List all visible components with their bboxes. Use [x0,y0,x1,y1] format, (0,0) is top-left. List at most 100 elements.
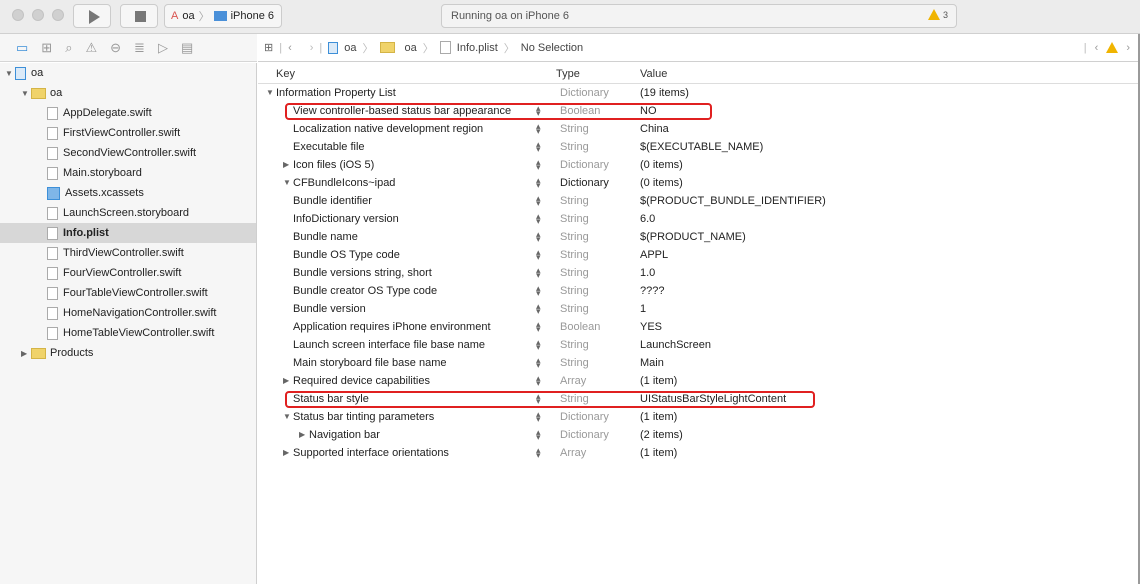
related-items-icon[interactable]: ⊞ [264,41,273,54]
navigator-item[interactable]: ThirdViewController.swift [0,243,256,263]
plist-value[interactable]: China [640,123,669,135]
plist-key[interactable]: Required device capabilities [293,375,430,387]
plist-row[interactable]: ▶ Supported interface orientations ▴ ▾ Array… [258,444,1138,462]
plist-row[interactable]: ▼ Information Property List Dictionary (19 … [258,84,1138,102]
warning-indicator[interactable]: 3 [927,9,948,20]
plist-type[interactable]: String [560,213,589,225]
plist-value[interactable]: (1 item) [640,375,677,387]
test-icon[interactable]: ⊖ [110,40,121,56]
plist-value[interactable]: (0 items) [640,177,683,189]
plist-value[interactable]: $(PRODUCT_NAME) [640,231,746,243]
breadcrumb-selection[interactable]: No Selection [521,42,583,54]
plist-row[interactable]: Launch screen interface file base name ▴ ▾… [258,336,1138,354]
plist-row[interactable]: Application requires iPhone environment ▴… [258,318,1138,336]
plist-key[interactable]: Executable file [293,141,365,153]
debug-icon[interactable]: ≣ [134,40,145,56]
navigator-item[interactable]: ▼ oa [0,83,256,103]
plist-row[interactable]: Bundle version ▴ ▾ String 1 [258,300,1138,318]
type-stepper-icon[interactable]: ▴ ▾ [536,410,541,424]
plist-row[interactable]: Executable file ▴ ▾ String $(EXECUTABLE_NAME… [258,138,1138,156]
breadcrumb-file[interactable]: Info.plist [457,42,498,54]
breadcrumb-project[interactable]: oa [344,42,356,54]
plist-type[interactable]: Dictionary [560,159,609,171]
stop-button[interactable] [120,4,158,28]
type-stepper-icon[interactable]: ▴ ▾ [536,194,541,208]
close-window-button[interactable] [12,9,24,21]
column-header-value[interactable]: Value [640,68,667,80]
breakpoint-icon[interactable]: ▷ [158,40,168,56]
navigator-item[interactable]: LaunchScreen.storyboard [0,203,256,223]
navigator-item[interactable]: FourViewController.swift [0,263,256,283]
plist-type[interactable]: Dictionary [560,87,609,99]
disclosure-triangle-icon[interactable]: ▶ [21,349,31,358]
navigator-item[interactable]: Assets.xcassets [0,183,256,203]
navigator-item[interactable]: HomeTableViewController.swift [0,323,256,343]
plist-key[interactable]: Launch screen interface file base name [293,339,485,351]
type-stepper-icon[interactable]: ▴ ▾ [536,284,541,298]
plist-key[interactable]: Information Property List [276,87,396,99]
disclosure-triangle-icon[interactable]: ▼ [5,69,15,78]
type-stepper-icon[interactable]: ▴ ▾ [536,176,541,190]
column-header-key[interactable]: Key [276,68,295,80]
plist-type[interactable]: String [560,267,589,279]
disclosure-triangle-icon[interactable]: ▼ [283,412,291,421]
plist-type[interactable]: String [560,357,589,369]
plist-row[interactable]: Status bar style ▴ ▾ String UIStatusBarStyle… [258,390,1138,408]
plist-row[interactable]: Bundle identifier ▴ ▾ String $(PRODUCT_BUNDL… [258,192,1138,210]
disclosure-triangle-icon[interactable]: ▼ [283,178,291,187]
plist-row[interactable]: ▼ CFBundleIcons~ipad ▴ ▾ Dictionary (0 items) [258,174,1138,192]
type-stepper-icon[interactable]: ▴ ▾ [536,122,541,136]
plist-key[interactable]: Main storyboard file base name [293,357,446,369]
plist-row[interactable]: ▶ Icon files (iOS 5) ▴ ▾ Dictionary (0 items) [258,156,1138,174]
type-stepper-icon[interactable]: ▴ ▾ [536,446,541,460]
disclosure-triangle-icon[interactable]: ▶ [283,160,289,169]
disclosure-triangle-icon[interactable]: ▼ [21,89,31,98]
plist-type[interactable]: String [560,141,589,153]
plist-value[interactable]: (19 items) [640,87,689,99]
plist-row[interactable]: Bundle versions string, short ▴ ▾ String 1.0 [258,264,1138,282]
navigator-item[interactable]: Main.storyboard [0,163,256,183]
plist-key[interactable]: Bundle versions string, short [293,267,432,279]
plist-value[interactable]: YES [640,321,662,333]
plist-key[interactable]: Navigation bar [309,429,380,441]
type-stepper-icon[interactable]: ▴ ▾ [536,230,541,244]
plist-value[interactable]: $(EXECUTABLE_NAME) [640,141,763,153]
type-stepper-icon[interactable]: ▴ ▾ [536,338,541,352]
type-stepper-icon[interactable]: ▴ ▾ [536,374,541,388]
plist-value[interactable]: Main [640,357,664,369]
scheme-selector[interactable]: A oa 〉 iPhone 6 [164,4,282,28]
plist-value[interactable]: 1.0 [640,267,655,279]
forward-button[interactable]: › [310,42,314,54]
plist-value[interactable]: 1 [640,303,646,315]
warning-icon[interactable]: ⚠ [85,40,97,56]
plist-value[interactable]: (1 item) [640,411,677,423]
type-stepper-icon[interactable]: ▴ ▾ [536,428,541,442]
plist-type[interactable]: Dictionary [560,411,609,423]
type-stepper-icon[interactable]: ▴ ▾ [536,212,541,226]
plist-row[interactable]: Bundle creator OS Type code ▴ ▾ String???? [258,282,1138,300]
plist-row[interactable]: Main storyboard file base name ▴ ▾ String Ma… [258,354,1138,372]
plist-value[interactable]: (2 items) [640,429,683,441]
plist-value[interactable]: 6.0 [640,213,655,225]
plist-type[interactable]: String [560,339,589,351]
plist-type[interactable]: Dictionary [560,177,609,189]
column-header-type[interactable]: Type [556,68,580,80]
navigator-item[interactable]: AppDelegate.swift [0,103,256,123]
plist-type[interactable]: String [560,285,589,297]
disclosure-triangle-icon[interactable]: ▶ [283,448,289,457]
disclosure-triangle-icon[interactable]: ▶ [283,376,289,385]
plist-type[interactable]: String [560,249,589,261]
type-stepper-icon[interactable]: ▴ ▾ [536,320,541,334]
minimize-window-button[interactable] [32,9,44,21]
hierarchy-icon[interactable]: ⊞ [41,40,52,56]
plist-key[interactable]: Bundle creator OS Type code [293,285,437,297]
navigator-item[interactable]: ▼ oa [0,63,256,83]
plist-key[interactable]: Bundle identifier [293,195,372,207]
plist-key[interactable]: Localization native development region [293,123,483,135]
plist-type[interactable]: Array [560,447,586,459]
type-stepper-icon[interactable]: ▴ ▾ [536,356,541,370]
type-stepper-icon[interactable]: ▴ ▾ [536,248,541,262]
plist-type[interactable]: String [560,231,589,243]
run-button[interactable] [73,4,111,28]
type-stepper-icon[interactable]: ▴ ▾ [536,302,541,316]
